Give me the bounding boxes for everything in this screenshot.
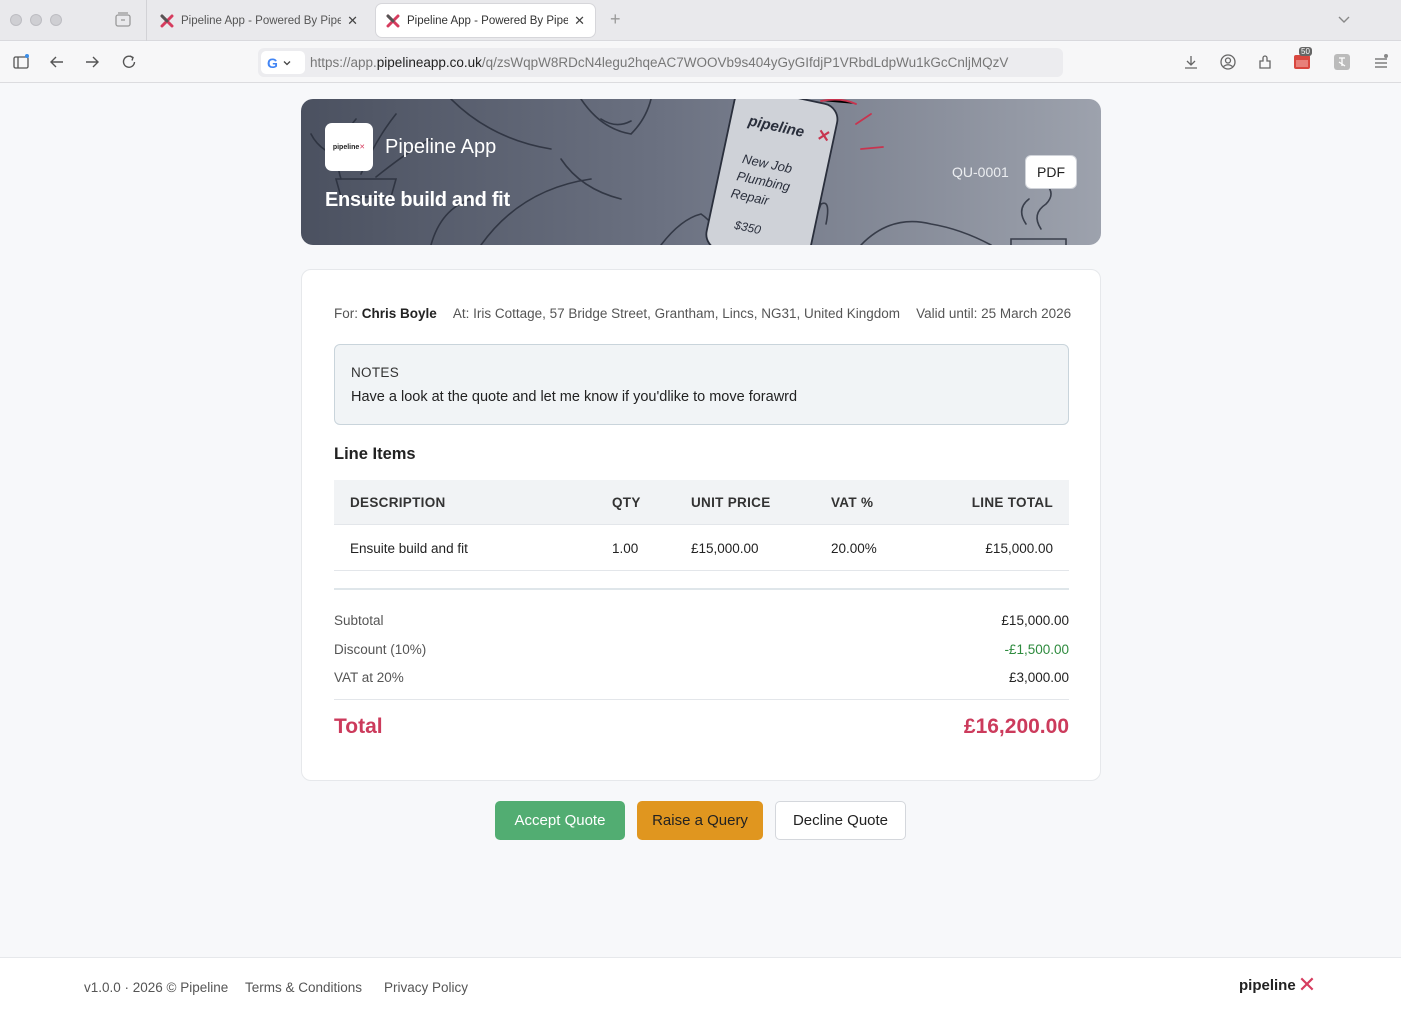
column-header: UNIT PRICE xyxy=(691,495,771,510)
browser-menu-icon[interactable] xyxy=(1372,53,1390,71)
extension-badge: 50 xyxy=(1299,47,1312,56)
discount-row: Discount (10%) -£1,500.00 xyxy=(334,642,1069,657)
reload-icon[interactable] xyxy=(120,53,138,71)
account-icon[interactable] xyxy=(1219,53,1237,71)
item-unit-price: £15,000.00 xyxy=(691,541,759,556)
download-icon[interactable] xyxy=(1182,53,1200,71)
table-header: DESCRIPTION QTY UNIT PRICE VAT % LINE TO… xyxy=(334,480,1069,525)
line-items-heading: Line Items xyxy=(334,445,416,463)
item-qty: 1.00 xyxy=(612,541,639,556)
download-pdf-button[interactable]: PDF xyxy=(1025,155,1077,189)
privacy-link[interactable]: Privacy Policy xyxy=(384,980,468,995)
version-text: v1.0.0 · 2026 © Pipeline xyxy=(84,980,229,995)
raise-query-button[interactable]: Raise a Query xyxy=(637,801,763,840)
back-arrow-icon[interactable] xyxy=(48,53,66,71)
close-window-button[interactable] xyxy=(10,14,22,26)
close-tab-icon[interactable]: ✕ xyxy=(574,13,585,29)
tab-overview-icon[interactable] xyxy=(114,11,132,29)
valid-until: Valid until: 25 March 2026 xyxy=(916,306,1072,321)
quote-title: Ensuite build and fit xyxy=(325,189,510,211)
tab-title: Pipeline App - Powered By Pipel xyxy=(407,14,569,27)
browser-tab-bar: Pipeline App - Powered By Pipel ✕ Pipeli… xyxy=(0,0,1401,41)
extensions-icon[interactable] xyxy=(1256,53,1274,71)
address-bar[interactable]: G https://app.pipelineapp.co.uk/q/zsWqpW… xyxy=(258,48,1063,77)
column-header: VAT % xyxy=(831,495,874,510)
browser-toolbar: G https://app.pipelineapp.co.uk/q/zsWqpW… xyxy=(0,42,1401,83)
url-text: https://app.pipelineapp.co.uk/q/zsWqpW8R… xyxy=(310,55,1009,70)
item-description: Ensuite build and fit xyxy=(350,541,468,556)
column-header: DESCRIPTION xyxy=(350,495,446,510)
window-controls xyxy=(10,14,62,26)
decline-quote-button[interactable]: Decline Quote xyxy=(775,801,906,840)
footer-logo: pipeline ✕ xyxy=(1239,972,1317,997)
terms-link[interactable]: Terms & Conditions xyxy=(245,980,362,995)
translate-extension-icon[interactable] xyxy=(1333,53,1351,71)
column-header: LINE TOTAL xyxy=(971,495,1053,510)
total-divider xyxy=(334,699,1069,700)
tab-title: Pipeline App - Powered By Pipel xyxy=(181,14,342,27)
column-header: QTY xyxy=(612,495,641,510)
company-name: Pipeline App xyxy=(385,136,497,158)
item-line-total: £15,000.00 xyxy=(985,541,1053,556)
accept-quote-button[interactable]: Accept Quote xyxy=(495,801,625,840)
pipeline-favicon-icon xyxy=(160,14,174,27)
browser-tab-2-active[interactable]: Pipeline App - Powered By Pipel ✕ xyxy=(375,3,596,38)
search-engine-selector[interactable]: G xyxy=(261,51,305,74)
chevron-down-icon[interactable] xyxy=(1337,12,1351,26)
vat-row: VAT at 20% £3,000.00 xyxy=(334,670,1069,685)
new-tab-icon[interactable]: + xyxy=(610,9,621,30)
subtotal-row: Subtotal £15,000.00 xyxy=(334,613,1069,628)
minimize-window-button[interactable] xyxy=(30,14,42,26)
close-tab-icon[interactable]: ✕ xyxy=(347,13,358,29)
chevron-down-icon xyxy=(283,60,291,65)
maximize-window-button[interactable] xyxy=(50,14,62,26)
summary-divider xyxy=(334,588,1069,590)
site-address: At: Iris Cottage, 57 Bridge Street, Gran… xyxy=(452,306,901,321)
line-items-table: DESCRIPTION QTY UNIT PRICE VAT % LINE TO… xyxy=(334,480,1069,571)
sidebar-icon[interactable] xyxy=(12,53,30,71)
page-footer: v1.0.0 · 2026 © Pipeline Terms & Conditi… xyxy=(0,957,1401,1012)
total-amount: £16,200.00 xyxy=(963,715,1069,738)
total-label: Total xyxy=(334,715,383,738)
pipeline-favicon-icon xyxy=(386,14,400,27)
calendar-extension-icon[interactable]: 50 xyxy=(1293,47,1312,69)
item-vat: 20.00% xyxy=(831,541,877,556)
google-icon: G xyxy=(267,54,278,71)
notes-label: NOTES xyxy=(351,365,400,380)
total-row: Total £16,200.00 xyxy=(334,715,1069,739)
customer-info: For: Chris Boyle xyxy=(334,306,437,321)
quote-meta: For: Chris Boyle At: Iris Cottage, 57 Br… xyxy=(334,306,1087,321)
quote-hero-banner: pipeline ✕ New Job Plumbing Repair $350 … xyxy=(301,99,1101,245)
forward-arrow-icon[interactable] xyxy=(83,53,101,71)
table-row: Ensuite build and fit 1.00 £15,000.00 20… xyxy=(334,525,1069,571)
notes-text: Have a look at the quote and let me know… xyxy=(351,389,798,405)
quote-card: For: Chris Boyle At: Iris Cottage, 57 Br… xyxy=(301,269,1101,781)
quote-number: QU-0001 xyxy=(952,164,1009,180)
notes-box: NOTES Have a look at the quote and let m… xyxy=(334,344,1069,425)
tab-separator xyxy=(146,0,147,41)
browser-tab-1[interactable]: Pipeline App - Powered By Pipel ✕ xyxy=(150,3,368,38)
company-logo: pipeline ✕ xyxy=(325,123,373,171)
